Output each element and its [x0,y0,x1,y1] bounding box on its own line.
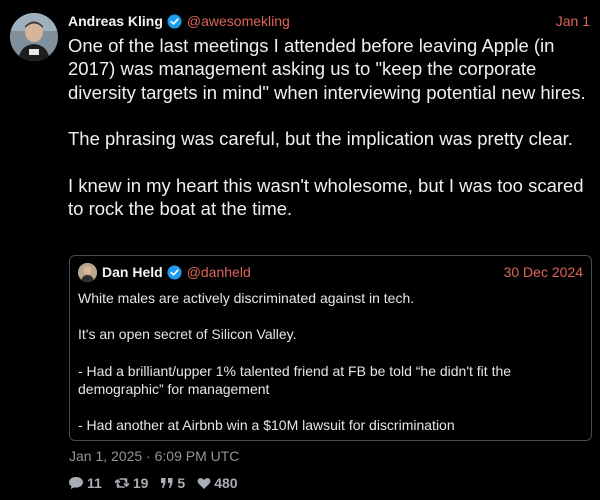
like-count: 480 [214,475,238,491]
retweet-count: 19 [132,475,149,491]
author-handle[interactable]: @awesomekling [187,13,290,29]
avatar[interactable] [10,13,58,61]
quote-count: 5 [177,475,186,491]
tweet-text: One of the last meetings I attended befo… [68,35,586,220]
quoted-author-name[interactable]: Dan Held [102,264,163,280]
quoted-avatar[interactable] [78,262,97,282]
quote-stat[interactable]: 5 [160,475,185,491]
tweet-stats: 11 19 5 480 [68,474,250,492]
quoted-tweet-date[interactable]: 30 Dec 2024 [504,264,583,280]
reply-count: 11 [87,475,102,491]
tweet-date[interactable]: Jan 1 [556,13,590,29]
reply-icon [69,477,83,489]
retweet-icon [114,478,130,488]
quote-icon [161,478,173,488]
reply-stat[interactable]: 11 [68,475,102,491]
verified-badge-icon [167,264,182,280]
like-stat[interactable]: 480 [197,475,238,491]
author-name[interactable]: Andreas Kling [68,13,163,29]
quoted-tweet-text: White males are actively discriminated a… [78,290,512,434]
quoted-author-handle[interactable]: @danheld [187,264,251,280]
retweet-stat[interactable]: 19 [114,475,149,491]
heart-icon [197,477,211,489]
quoted-tweet[interactable]: Dan Held @danheld 30 Dec 2024 White male… [69,255,592,441]
verified-badge-icon [167,13,182,29]
quoted-tweet-header: Dan Held @danheld 30 Dec 2024 [78,262,583,282]
tweet-header: Andreas Kling @awesomekling Jan 1 [68,11,590,31]
tweet-timestamp[interactable]: Jan 1, 2025 · 6:09 PM UTC [69,448,239,464]
